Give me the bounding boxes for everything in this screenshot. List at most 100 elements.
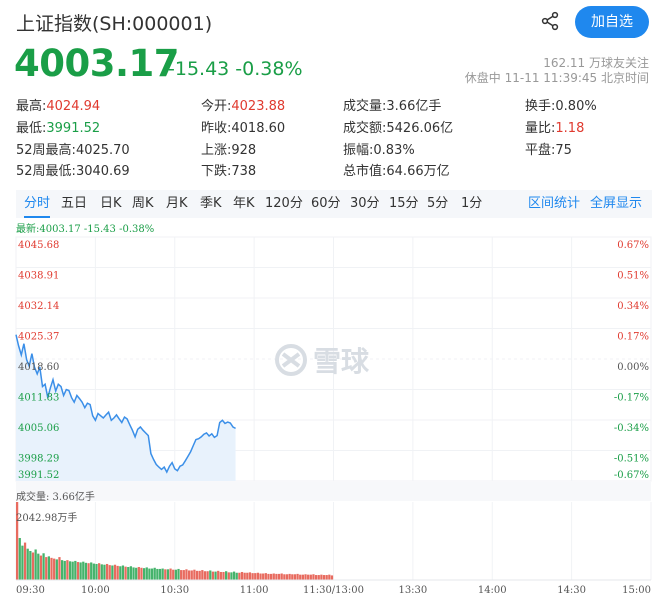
volume-bar <box>156 568 159 580</box>
volume-bar <box>270 573 273 580</box>
volume-bar <box>209 570 212 580</box>
volume-bar <box>314 575 318 580</box>
volume-bar <box>53 558 56 580</box>
volume-bar <box>148 568 151 580</box>
volume-bar <box>84 562 88 580</box>
x-tick-label: 11:30/13:00 <box>303 585 364 596</box>
volume-bar <box>222 571 225 580</box>
volume-bar <box>124 566 127 580</box>
volume-bar <box>82 561 85 580</box>
volume-bar <box>312 574 315 580</box>
volume-bar <box>21 545 24 580</box>
volume-bar <box>275 573 278 580</box>
volume-bar <box>98 563 101 580</box>
volume-bar <box>240 571 244 580</box>
volume-bar <box>230 572 233 580</box>
pct-tick-label: -0.67% <box>614 470 649 481</box>
volume-bar <box>23 542 27 580</box>
volume-bar <box>166 569 170 580</box>
volume-bar <box>140 567 143 580</box>
x-tick-label: 15:00 <box>622 585 651 596</box>
volume-bar <box>129 566 133 580</box>
volume-bar <box>47 556 50 580</box>
volume-bar <box>325 575 328 580</box>
volume-bar <box>272 573 275 580</box>
volume-bar <box>283 574 286 580</box>
volume-bar <box>68 561 72 580</box>
volume-bar <box>113 564 117 580</box>
volume-bar <box>116 565 119 580</box>
volume-bar <box>127 567 130 580</box>
volume-bar <box>143 568 146 580</box>
y-tick-label: 3991.52 <box>18 470 59 481</box>
volume-bar <box>277 573 281 580</box>
volume-bar <box>330 575 334 580</box>
volume-bar <box>103 564 106 580</box>
volume-bar <box>232 571 236 580</box>
volume-bar <box>87 563 90 580</box>
volume-bar <box>29 550 32 580</box>
volume-bar <box>100 564 103 580</box>
snowball-watermark: 雪球 <box>275 344 370 378</box>
volume-bar <box>58 557 61 580</box>
volume-bar <box>60 560 64 580</box>
volume-bar <box>66 560 69 580</box>
pct-tick-label: -0.51% <box>614 454 649 465</box>
volume-bar <box>248 572 252 580</box>
volume-bar <box>299 574 302 580</box>
volume-bar <box>190 570 193 580</box>
volume-bar <box>206 571 209 580</box>
volume-bar <box>259 573 262 580</box>
watermark-text: 雪球 <box>313 345 370 378</box>
volume-bar <box>235 572 238 580</box>
x-tick-label: 10:00 <box>81 585 110 596</box>
volume-max-label: 2042.98万手 <box>16 513 78 524</box>
y-tick-label: 4011.83 <box>18 393 59 404</box>
volume-bar <box>264 573 267 580</box>
volume-bar <box>161 568 164 580</box>
volume-bar <box>26 548 29 580</box>
volume-bar <box>92 563 95 580</box>
volume-bar <box>42 553 45 580</box>
volume-bar <box>198 570 201 580</box>
volume-bar <box>180 570 183 580</box>
volume-bar <box>246 572 249 580</box>
volume-bar <box>225 571 228 580</box>
volume-bar <box>71 561 74 580</box>
volume-bar <box>288 573 291 580</box>
volume-bar <box>174 569 177 580</box>
volume-bar <box>137 567 140 580</box>
y-tick-label: 4038.91 <box>18 271 59 282</box>
volume-bar <box>238 572 241 580</box>
volume-bar <box>135 567 138 580</box>
intraday-chart[interactable]: 4045.68 0.67% 4038.91 0.51% 4032.14 0.34% 4025… <box>0 0 667 603</box>
pct-tick-label: -0.17% <box>614 393 649 404</box>
y-tick-label: 4005.06 <box>18 423 59 434</box>
volume-bar <box>211 571 215 580</box>
volume-bar <box>158 568 162 580</box>
y-tick-label: 3998.29 <box>18 454 59 465</box>
volume-bar <box>18 538 21 580</box>
volume-bar <box>317 575 320 580</box>
volume-bar <box>285 574 289 580</box>
volume-bar <box>108 565 111 580</box>
volume-label: 成交量: 3.66亿手 <box>16 492 95 503</box>
volume-bar <box>293 574 297 580</box>
volume-bar <box>195 570 199 580</box>
volume-bar <box>45 557 48 580</box>
volume-bar <box>262 573 265 580</box>
volume-bar <box>164 569 167 580</box>
volume-bar <box>187 570 191 580</box>
x-tick-label: 13:30 <box>398 585 427 596</box>
x-tick-label: 10:30 <box>160 585 189 596</box>
volume-bar <box>150 568 154 580</box>
volume-bar <box>95 563 98 580</box>
volume-bar <box>121 565 125 580</box>
volume-bar <box>119 566 122 580</box>
volume-bar <box>203 571 207 580</box>
volume-bar <box>105 563 109 580</box>
volume-bar <box>219 571 222 580</box>
volume-bar <box>193 569 196 580</box>
y-tick-label: 4018.60 <box>18 362 59 373</box>
pct-tick-label: 0.67% <box>617 240 649 251</box>
